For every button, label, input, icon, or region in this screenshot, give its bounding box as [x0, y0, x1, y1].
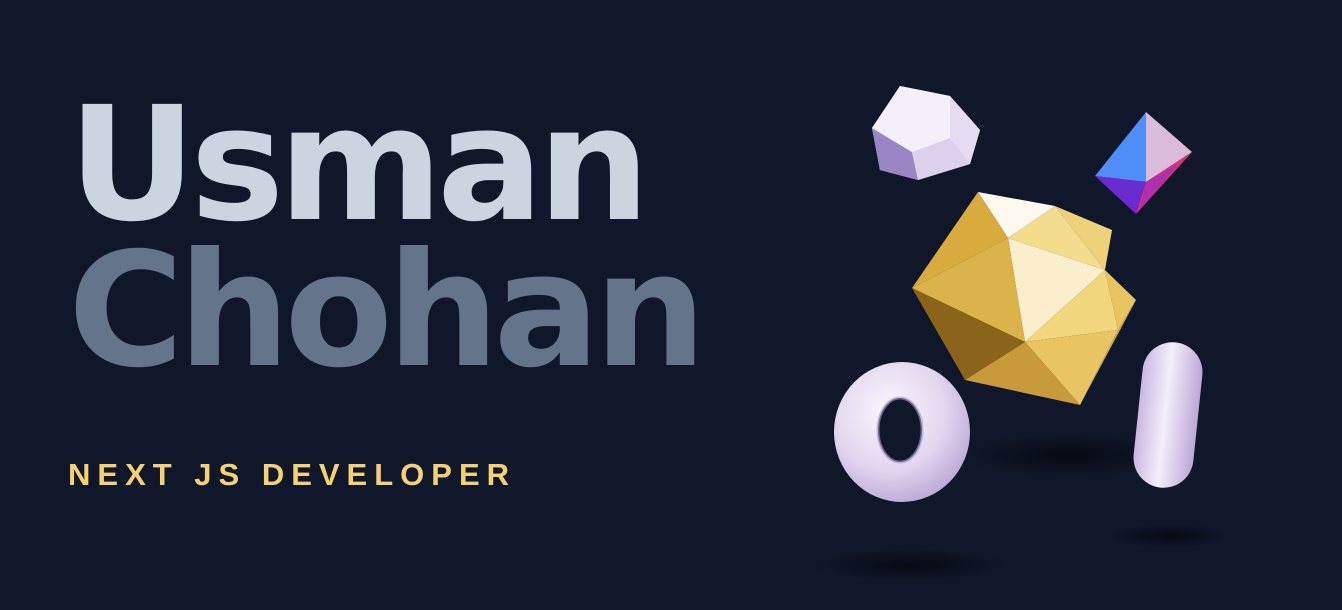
dodecahedron-shape — [872, 86, 980, 180]
shapes-canvas — [810, 86, 1230, 581]
3d-shapes-scene — [800, 60, 1280, 600]
last-name-heading: Chohan — [68, 219, 707, 403]
shadow-bottom — [810, 549, 1010, 581]
icosahedron-shape — [912, 192, 1136, 405]
octahedron-shape — [1095, 112, 1192, 214]
shadow-small — [1110, 524, 1230, 548]
role-subtitle: NEXT JS DEVELOPER — [68, 457, 517, 492]
hero-section: Usman Chohan NEXT JS DEVELOPER — [0, 0, 1342, 610]
torus-shape — [834, 362, 970, 502]
capsule-shape — [1133, 342, 1203, 488]
